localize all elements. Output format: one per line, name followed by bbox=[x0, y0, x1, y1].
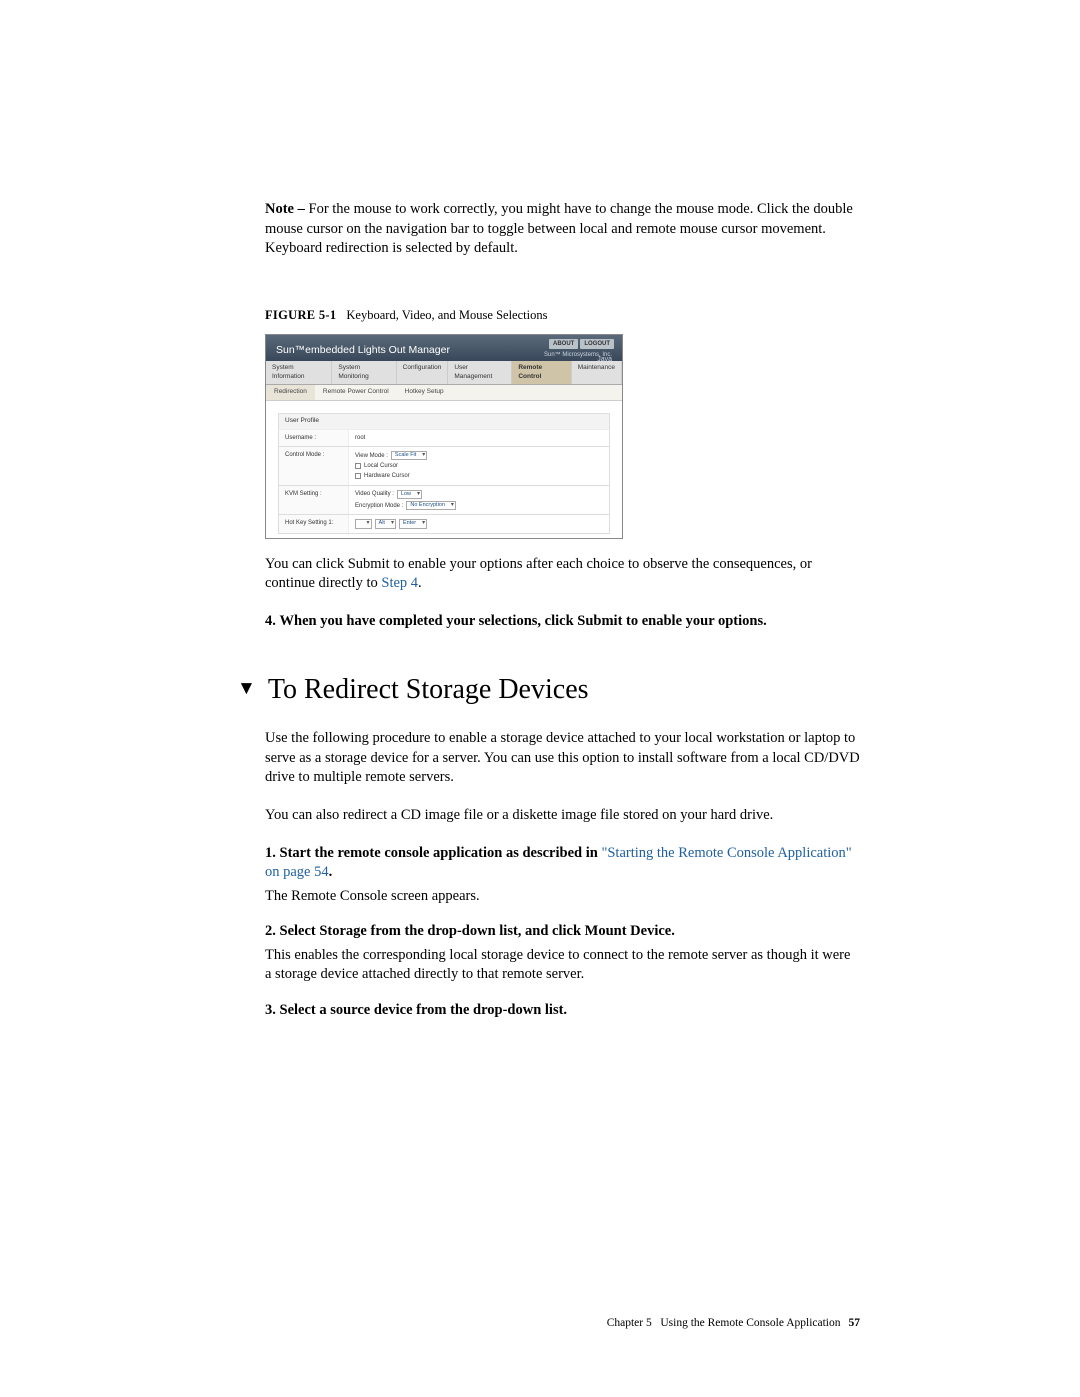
step-2-sub: This enables the corresponding local sto… bbox=[265, 946, 860, 985]
kvm-label: KVM Setting : bbox=[279, 486, 349, 515]
row-username: Username : root bbox=[278, 429, 610, 447]
step4-link[interactable]: Step 4 bbox=[381, 575, 418, 591]
subtab-remote-power[interactable]: Remote Power Control bbox=[315, 385, 397, 400]
tab-remote-control[interactable]: Remote Control bbox=[512, 361, 571, 385]
intro-para-2: You can also redirect a CD image file or… bbox=[265, 806, 860, 826]
note-label: Note – bbox=[265, 201, 305, 217]
encryption-label: Encryption Mode : bbox=[355, 502, 403, 510]
view-mode-label: View Mode : bbox=[355, 452, 388, 460]
video-quality-label: Video Quality : bbox=[355, 490, 394, 498]
logout-button[interactable]: LOGOUT bbox=[580, 339, 614, 349]
after-figure-text: You can click Submit to enable your opti… bbox=[265, 555, 860, 594]
row-hotkey: Hot Key Setting 1: Alt Enter bbox=[278, 515, 610, 533]
screenshot-header: ABOUT LOGOUT Sun™embedded Lights Out Man… bbox=[266, 335, 622, 361]
footer-chapter: Chapter 5 bbox=[607, 1317, 652, 1329]
figure-title: Keyboard, Video, and Mouse Selections bbox=[346, 308, 547, 322]
local-cursor-checkbox[interactable] bbox=[355, 463, 361, 469]
encryption-select[interactable]: No Encryption bbox=[406, 501, 456, 510]
tab-maintenance[interactable]: Maintenance bbox=[572, 361, 622, 385]
row-control-mode: Control Mode : View Mode : Scale Fit Loc… bbox=[278, 447, 610, 486]
view-mode-select[interactable]: Scale Fit bbox=[391, 451, 427, 460]
figure-caption: FIGURE 5-1 Keyboard, Video, and Mouse Sel… bbox=[265, 307, 860, 324]
sub-tabs: Redirection Remote Power Control Hotkey … bbox=[266, 385, 622, 401]
row-kvm: KVM Setting : Video Quality : Low Encryp… bbox=[278, 486, 610, 516]
footer-title: Using the Remote Console Application bbox=[660, 1317, 840, 1329]
note-text: For the mouse to work correctly, you mig… bbox=[265, 201, 853, 256]
page-number: 57 bbox=[849, 1317, 861, 1329]
tab-system-information[interactable]: System Information bbox=[266, 361, 332, 385]
step-2: 2. Select Storage from the drop-down lis… bbox=[265, 922, 860, 985]
triangle-icon: ▼ bbox=[237, 676, 256, 702]
tab-user-management[interactable]: User Management bbox=[448, 361, 512, 385]
subtab-hotkey-setup[interactable]: Hotkey Setup bbox=[397, 385, 452, 400]
embedded-screenshot: ABOUT LOGOUT Sun™embedded Lights Out Man… bbox=[265, 334, 623, 539]
local-cursor-label: Local Cursor bbox=[364, 462, 398, 470]
hardware-cursor-label: Hardware Cursor bbox=[364, 472, 410, 480]
video-quality-select[interactable]: Low bbox=[397, 490, 422, 499]
tab-system-monitoring[interactable]: System Monitoring bbox=[332, 361, 396, 385]
hardware-cursor-checkbox[interactable] bbox=[355, 473, 361, 479]
page-footer: Chapter 5 Using the Remote Console Appli… bbox=[607, 1316, 860, 1332]
username-value: root bbox=[349, 430, 609, 446]
hotkey-select-1[interactable] bbox=[355, 519, 372, 528]
step-3: 3. Select a source device from the drop-… bbox=[265, 1001, 860, 1021]
screenshot-subhead: Sun™ Microsystems, Inc. bbox=[544, 351, 612, 359]
hotkey-label: Hot Key Setting 1: bbox=[279, 515, 349, 532]
step-1: 1. Start the remote console application … bbox=[265, 844, 860, 907]
intro-para-1: Use the following procedure to enable a … bbox=[265, 729, 860, 788]
tab-configuration[interactable]: Configuration bbox=[397, 361, 449, 385]
subtab-redirection[interactable]: Redirection bbox=[266, 385, 315, 400]
section-title: ▼ To Redirect Storage Devices bbox=[237, 671, 860, 709]
user-profile-header: User Profile bbox=[278, 413, 610, 429]
about-button[interactable]: ABOUT bbox=[549, 339, 578, 349]
top-tabs: System Information System Monitoring Con… bbox=[266, 361, 622, 386]
screenshot-content: User Profile Username : root Control Mod… bbox=[266, 401, 622, 538]
step-1-sub: The Remote Console screen appears. bbox=[265, 887, 860, 907]
figure-label: FIGURE 5-1 bbox=[265, 308, 336, 322]
control-mode-label: Control Mode : bbox=[279, 447, 349, 485]
step-4: 4. When you have completed your selectio… bbox=[265, 612, 860, 632]
hotkey-select-alt[interactable]: Alt bbox=[375, 519, 396, 528]
username-label: Username : bbox=[279, 430, 349, 446]
note-block: Note – For the mouse to work correctly, … bbox=[265, 200, 860, 259]
hotkey-select-enter[interactable]: Enter bbox=[399, 519, 427, 528]
